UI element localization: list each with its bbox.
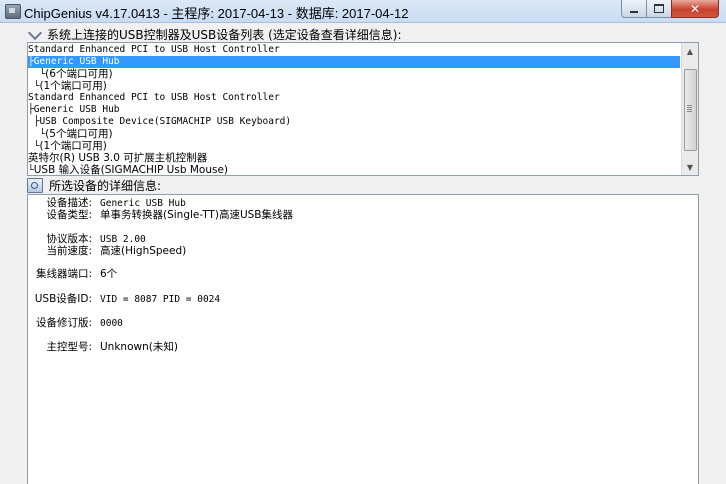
- detail-label: 集线器端口:: [35, 268, 92, 280]
- tree-item-label: Standard Enhanced PCI to USB Host Contro…: [28, 44, 280, 55]
- scrollbar-thumb[interactable]: [684, 69, 697, 151]
- detail-label: 设备修订版:: [35, 317, 92, 329]
- tree-item[interactable]: ├Generic USB Hub: [28, 104, 680, 116]
- detail-value: 单事务转换器(Single-TT)高速USB集线器: [100, 209, 293, 221]
- close-icon: ✕: [689, 1, 701, 16]
- tree-item-label: (6个端口可用): [45, 68, 113, 80]
- detail-label: 设备类型:: [46, 209, 92, 221]
- vertical-scrollbar[interactable]: ▲ ▼: [681, 43, 698, 175]
- tree-item[interactable]: ├USB Composite Device(SIGMACHIP USB Keyb…: [28, 116, 680, 128]
- tree-item[interactable]: └(6个端口可用): [28, 68, 680, 80]
- close-button[interactable]: ✕: [671, 0, 719, 18]
- details-header-label: 所选设备的详细信息:: [49, 178, 162, 193]
- window-title: ChipGenius v4.17.0413 - 主程序: 2017-04-13 …: [24, 6, 409, 21]
- scroll-down-arrow-icon[interactable]: ▼: [682, 159, 698, 175]
- detail-value: 6个: [100, 268, 118, 280]
- tree-item[interactable]: Standard Enhanced PCI to USB Host Contro…: [28, 92, 680, 104]
- minimize-button[interactable]: [621, 0, 647, 18]
- tree-item-label: Generic USB Hub: [33, 104, 120, 115]
- device-tree[interactable]: Standard Enhanced PCI to USB Host Contro…: [27, 42, 699, 176]
- tree-item[interactable]: Standard Enhanced PCI to USB Host Contro…: [28, 44, 680, 56]
- detail-value: VID = 8087 PID = 0024: [100, 294, 221, 305]
- title-bar: ChipGenius v4.17.0413 - 主程序: 2017-04-13 …: [0, 0, 726, 23]
- detail-value: Unknown(未知): [100, 341, 178, 353]
- details-panel[interactable]: 设备描述: Generic USB Hub 设备类型: 单事务转换器(Singl…: [27, 194, 699, 484]
- tree-item[interactable]: └(1个端口可用): [28, 80, 680, 92]
- tree-item-label: USB Composite Device(SIGMACHIP USB Keybo…: [39, 116, 292, 127]
- tree-item[interactable]: 英特尔(R) USB 3.0 可扩展主机控制器: [28, 152, 680, 164]
- tree-item[interactable]: └(1个端口可用): [28, 140, 680, 152]
- scrollbar-grip-icon: [687, 105, 692, 106]
- tree-item-selected[interactable]: ├Generic USB Hub: [28, 56, 680, 68]
- device-list-header-label: 系统上连接的USB控制器及USB设备列表 (选定设备查看详细信息):: [47, 27, 402, 42]
- tree-item-label: (1个端口可用): [39, 140, 107, 152]
- minimize-icon: [630, 10, 638, 13]
- tree-item-label: USB 输入设备(SIGMACHIP Usb Mouse): [33, 164, 228, 176]
- device-list-header: 系统上连接的USB控制器及USB设备列表 (选定设备查看详细信息):: [27, 26, 402, 42]
- maximize-icon: [654, 4, 664, 13]
- tree-item[interactable]: └(5个端口可用): [28, 128, 680, 140]
- maximize-button[interactable]: [646, 0, 672, 18]
- app-icon: [5, 4, 21, 19]
- chevron-down-icon: [27, 28, 43, 40]
- tree-item[interactable]: └USB 输入设备(SIGMACHIP Usb Mouse): [28, 164, 680, 176]
- tree-item-label: Generic USB Hub: [33, 56, 120, 67]
- tree-item-label: (5个端口可用): [45, 128, 113, 140]
- scroll-up-arrow-icon[interactable]: ▲: [682, 43, 698, 59]
- detail-label: 当前速度:: [46, 245, 92, 257]
- tree-item-label: (1个端口可用): [39, 80, 107, 92]
- detail-label: 主控型号:: [46, 341, 92, 353]
- tree-item-label: 英特尔(R) USB 3.0 可扩展主机控制器: [28, 152, 208, 164]
- details-header: 所选设备的详细信息:: [27, 177, 161, 193]
- detail-label: USB设备ID:: [34, 293, 92, 305]
- details-icon: [27, 177, 43, 193]
- tree-item-label: Standard Enhanced PCI to USB Host Contro…: [28, 92, 280, 103]
- detail-value: 0000: [100, 318, 123, 329]
- detail-value: 高速(HighSpeed): [100, 245, 187, 257]
